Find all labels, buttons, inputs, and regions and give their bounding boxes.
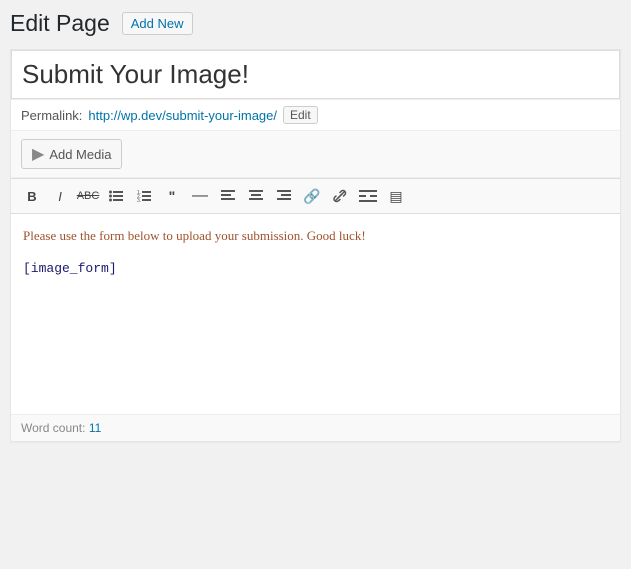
word-count-value: 11 xyxy=(89,421,101,435)
word-count-label: Word count: xyxy=(21,421,85,435)
align-right-button[interactable] xyxy=(271,184,297,208)
strikethrough-button[interactable]: ABC xyxy=(75,184,101,208)
link-button[interactable]: 🔗 xyxy=(299,184,325,208)
unlink-button[interactable] xyxy=(327,184,353,208)
edit-slug-button[interactable]: Edit xyxy=(283,106,318,124)
italic-button[interactable]: I xyxy=(47,184,73,208)
unordered-list-button[interactable] xyxy=(103,184,129,208)
align-left-button[interactable] xyxy=(215,184,241,208)
ordered-list-button[interactable]: 1.2.3. xyxy=(131,184,157,208)
editor-content-area[interactable]: Please use the form below to upload your… xyxy=(11,214,620,414)
permalink-row: Permalink: http://wp.dev/submit-your-ima… xyxy=(11,99,620,130)
editor-shortcode: [image_form] xyxy=(23,259,608,280)
add-media-label: Add Media xyxy=(49,147,111,162)
page-title: Edit Page xyxy=(10,10,110,37)
editor-toolbar: B I ABC 1.2.3. " — 🔗 xyxy=(11,178,620,214)
horizontal-rule-button[interactable]: — xyxy=(187,184,213,208)
page-header: Edit Page Add New xyxy=(10,10,621,37)
word-count-bar: Word count: 11 xyxy=(11,414,620,441)
add-media-button[interactable]: ▶ Add Media xyxy=(21,139,122,169)
editor-box: Permalink: http://wp.dev/submit-your-ima… xyxy=(10,49,621,442)
insert-more-button[interactable] xyxy=(355,184,381,208)
media-icon: ▶ xyxy=(32,144,44,164)
media-row: ▶ Add Media xyxy=(11,130,620,178)
permalink-label: Permalink: xyxy=(21,108,82,123)
svg-text:3.: 3. xyxy=(137,198,141,202)
permalink-link[interactable]: http://wp.dev/submit-your-image/ xyxy=(88,108,277,123)
fullscreen-button[interactable]: ▤ xyxy=(383,184,409,208)
blockquote-button[interactable]: " xyxy=(159,184,185,208)
add-new-button[interactable]: Add New xyxy=(122,12,193,35)
editor-text-line: Please use the form below to upload your… xyxy=(23,226,608,247)
align-center-button[interactable] xyxy=(243,184,269,208)
bold-button[interactable]: B xyxy=(19,184,45,208)
post-title-input[interactable] xyxy=(11,50,620,99)
page-wrapper: Edit Page Add New Permalink: http://wp.d… xyxy=(0,0,631,452)
